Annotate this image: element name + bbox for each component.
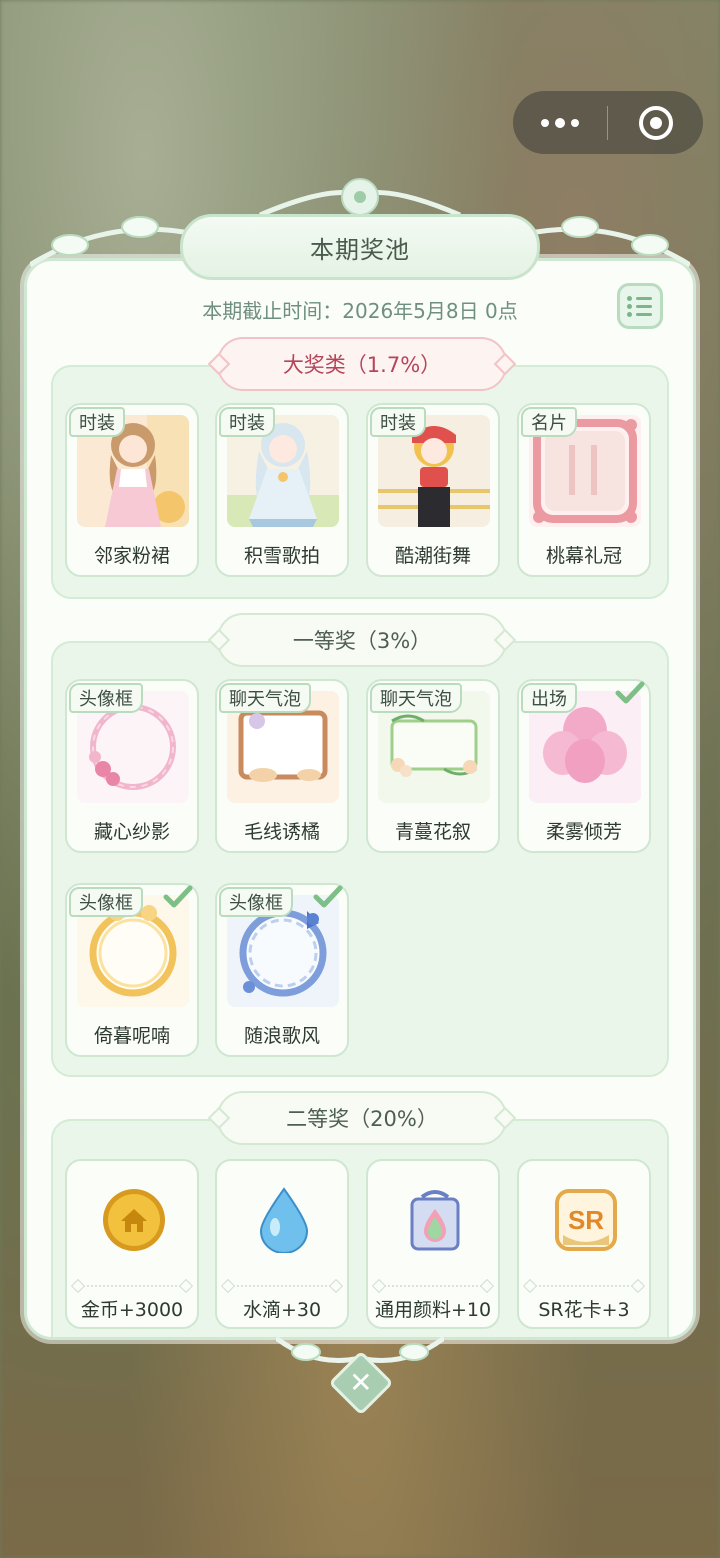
prize-card[interactable]: 名片 桃幕礼冠	[517, 403, 651, 577]
item-type-tag: 头像框	[69, 683, 143, 713]
item-type-tag: 聊天气泡	[219, 683, 311, 713]
second-prize-label: 二等奖（20%）	[217, 1091, 507, 1145]
prize-card[interactable]: 头像框 倚暮呢喃	[65, 883, 199, 1057]
close-icon: ✕	[349, 1366, 373, 1399]
list-icon[interactable]	[617, 283, 663, 329]
item-type-tag: 时装	[219, 407, 275, 437]
owned-check-icon	[615, 681, 645, 704]
first-prize-section: 头像框 藏心纱影 聊天气泡 毛线诱橘 聊天气泡 青蔓花叙 出场 柔雾倾芳 头像框…	[51, 641, 669, 1077]
prize-name: 酷潮街舞	[394, 545, 471, 567]
water-drop-icon	[251, 1187, 317, 1253]
prize-pool-modal: 本期截止时间：2026年5月8日 0点 时装 邻家粉裙 时装 积雪歌拍 时装 酷…	[24, 258, 696, 1340]
mini-program-capsule	[513, 91, 703, 154]
prize-card[interactable]: 时装 积雪歌拍	[215, 403, 349, 577]
paint-jar-icon	[402, 1187, 468, 1253]
target-icon	[638, 105, 673, 140]
prize-card[interactable]: 头像框 藏心纱影	[65, 679, 199, 853]
prize-card[interactable]: 通用颜料+10	[366, 1159, 500, 1329]
sr-badge-text: SR	[568, 1205, 604, 1235]
prize-name: 桃幕礼冠	[545, 545, 622, 567]
deadline-text: 本期截止时间：2026年5月8日 0点	[202, 299, 518, 323]
prize-card[interactable]: 时装 酷潮街舞	[366, 403, 500, 577]
item-type-tag: 头像框	[219, 887, 293, 917]
prize-name: 青蔓花叙	[394, 821, 471, 843]
prize-card[interactable]: 出场 柔雾倾芳	[517, 679, 651, 853]
prize-name: 金币+3000	[80, 1299, 184, 1321]
prize-card[interactable]: 金币+3000	[65, 1159, 199, 1329]
item-type-tag: 时装	[69, 407, 125, 437]
prize-card[interactable]: 聊天气泡 毛线诱橘	[215, 679, 349, 853]
prize-name: 随浪歌风	[243, 1025, 320, 1047]
item-type-tag: 时装	[370, 407, 426, 437]
prize-name: 积雪歌拍	[243, 545, 320, 567]
prize-name: SR花卡+3	[538, 1299, 630, 1321]
prize-name: 邻家粉裙	[93, 545, 170, 567]
prize-name: 通用颜料+10	[374, 1299, 492, 1321]
exit-mini-program-button[interactable]	[608, 91, 703, 154]
prize-card[interactable]: 水滴+30	[215, 1159, 349, 1329]
owned-check-icon	[313, 885, 343, 908]
prize-name: 水滴+30	[242, 1299, 322, 1321]
gold-coin-icon	[101, 1187, 167, 1253]
item-type-tag: 头像框	[69, 887, 143, 917]
page-title: 本期奖池	[180, 214, 540, 280]
prize-name: 倚暮呢喃	[93, 1025, 170, 1047]
sr-card-icon: SR	[553, 1187, 619, 1253]
prize-name: 毛线诱橘	[243, 821, 320, 843]
more-button[interactable]	[513, 91, 607, 154]
second-prize-section: 金币+3000 水滴+30 通用颜料+10 SR SR花卡+3	[51, 1119, 669, 1337]
prize-card[interactable]: 时装 邻家粉裙	[65, 403, 199, 577]
item-type-tag: 名片	[521, 407, 577, 437]
first-prize-label: 一等奖（3%）	[217, 613, 507, 667]
prize-name: 柔雾倾芳	[545, 821, 622, 843]
prize-card[interactable]: SR SR花卡+3	[517, 1159, 651, 1329]
prize-name: 藏心纱影	[93, 821, 170, 843]
item-type-tag: 聊天气泡	[370, 683, 462, 713]
item-type-tag: 出场	[521, 683, 577, 713]
owned-check-icon	[163, 885, 193, 908]
ellipsis-icon	[541, 118, 549, 127]
prize-card[interactable]: 聊天气泡 青蔓花叙	[366, 679, 500, 853]
grand-prize-label: 大奖类（1.7%）	[217, 337, 507, 391]
grand-prize-section: 时装 邻家粉裙 时装 积雪歌拍 时装 酷潮街舞 名片 桃幕礼冠	[51, 365, 669, 599]
prize-card[interactable]: 头像框 随浪歌风	[215, 883, 349, 1057]
